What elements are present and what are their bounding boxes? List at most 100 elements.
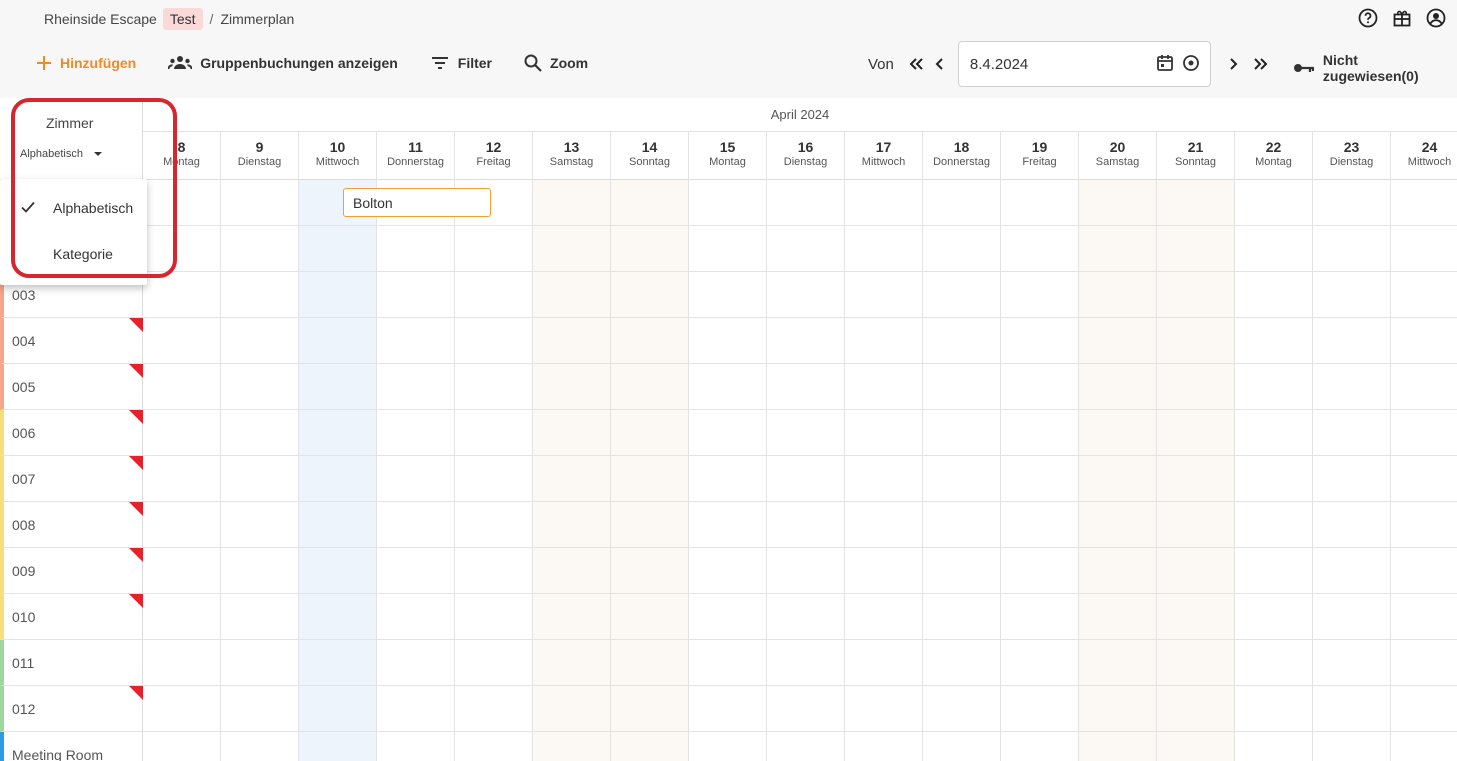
day-number: 9 <box>255 139 264 155</box>
day-number: 17 <box>875 139 892 155</box>
day-number: 10 <box>329 139 346 155</box>
room-row[interactable]: 004 <box>0 318 143 364</box>
group-bookings-button[interactable]: Gruppenbuchungen anzeigen <box>168 55 398 71</box>
room-flag-icon <box>129 456 143 470</box>
date-input[interactable]: 8.4.2024 <box>957 41 1211 87</box>
day-weekday: Montag <box>1255 156 1292 168</box>
room-label: 008 <box>12 516 36 533</box>
day-weekday: Donnerstag <box>933 156 990 168</box>
sort-select-value: Alphabetisch <box>20 148 83 160</box>
day-number: 24 <box>1421 139 1438 155</box>
day-weekday: Samstag <box>549 156 594 168</box>
day-header-cell: 19 Freitag <box>1001 132 1079 180</box>
room-row[interactable]: 008 <box>0 502 143 548</box>
day-header-cell: 9 Dienstag <box>221 132 299 180</box>
top-icons <box>1357 7 1447 29</box>
sort-option-alphabetical[interactable]: Alphabetisch <box>0 185 147 231</box>
grid-row <box>143 180 1457 226</box>
grid-row <box>143 640 1457 686</box>
unassigned-label: Nicht zugewiesen(0) <box>1322 52 1419 84</box>
chevron-right-icon[interactable] <box>1221 52 1245 76</box>
day-header-cell: 16 Dienstag <box>767 132 845 180</box>
day-weekday: Dienstag <box>1329 156 1374 168</box>
day-number: 21 <box>1187 139 1204 155</box>
room-flag-icon <box>129 410 143 424</box>
day-weekday: Montag <box>709 156 746 168</box>
day-header-cell: 22 Montag <box>1235 132 1313 180</box>
filter-button[interactable]: Filter <box>430 55 492 71</box>
date-navigation: Von 8.4.2024 <box>868 41 1273 87</box>
search-icon <box>524 54 542 72</box>
filter-icon <box>431 57 448 69</box>
unassigned-button[interactable]: Nicht zugewiesen(0) <box>1293 52 1457 84</box>
zoom-button[interactable]: Zoom <box>524 54 588 72</box>
gift-icon[interactable] <box>1391 7 1413 29</box>
double-chevron-left-icon[interactable] <box>904 52 928 76</box>
calendar-icon[interactable] <box>1156 54 1174 76</box>
double-chevron-right-icon[interactable] <box>1249 52 1273 76</box>
sort-select[interactable]: Alphabetisch <box>20 148 103 160</box>
account-icon[interactable] <box>1425 7 1447 29</box>
day-header-cell: 21 Sonntag <box>1157 132 1235 180</box>
day-header-cell: 24 Mittwoch <box>1391 132 1457 180</box>
group-bookings-label: Gruppenbuchungen anzeigen <box>200 55 398 71</box>
add-button[interactable]: Hinzufügen <box>36 55 136 71</box>
room-row[interactable]: 010 <box>0 594 143 640</box>
room-flag-icon <box>129 364 143 378</box>
grid-row <box>143 456 1457 502</box>
day-header-cell: 17 Mittwoch <box>845 132 923 180</box>
room-row[interactable]: 005 <box>0 364 143 410</box>
group-icon <box>168 56 193 70</box>
day-number: 16 <box>797 139 814 155</box>
date-input-value: 8.4.2024 <box>969 55 1029 73</box>
grid-row <box>143 548 1457 594</box>
day-number: 20 <box>1109 139 1126 155</box>
grid-row <box>143 364 1457 410</box>
day-number: 11 <box>408 139 423 155</box>
day-header-cell: 15 Montag <box>689 132 767 180</box>
zoom-label: Zoom <box>550 55 589 71</box>
room-label: 009 <box>12 562 36 579</box>
day-weekday: Mittwoch <box>1407 156 1452 168</box>
room-row[interactable]: 012 <box>0 686 143 732</box>
breadcrumb-badge[interactable]: Test <box>162 8 203 30</box>
grid-row <box>143 318 1457 364</box>
day-weekday: Montag <box>163 156 200 168</box>
timeline-grid: April 2024 8 Montag 9 Dienstag 10 Mittwoch 11 D… <box>143 98 1457 761</box>
room-label: 007 <box>12 470 36 487</box>
day-header-cell: 18 Donnerstag <box>923 132 1001 180</box>
booking-bar[interactable]: Bolton <box>343 188 491 217</box>
day-weekday: Mittwoch <box>861 156 906 168</box>
day-number: 22 <box>1265 139 1282 155</box>
day-header-cell: 11 Donnerstag <box>377 132 455 180</box>
day-number: 19 <box>1031 139 1048 155</box>
day-number: 23 <box>1343 139 1360 155</box>
top-bar: Rheinside Escape Test / Zimmerplan Hinzu… <box>0 0 1457 98</box>
room-row[interactable]: 011 <box>0 640 143 686</box>
grid-row <box>143 686 1457 732</box>
room-label: 005 <box>12 378 36 395</box>
breadcrumb-org[interactable]: Rheinside Escape <box>44 11 157 27</box>
day-header-cell: 10 Mittwoch <box>299 132 377 180</box>
caret-down-icon <box>94 152 102 156</box>
breadcrumb-separator: / <box>209 11 214 27</box>
day-header-cell: 8 Montag <box>143 132 221 180</box>
help-icon[interactable] <box>1357 7 1379 29</box>
room-row[interactable]: 006 <box>0 410 143 456</box>
grid-row <box>143 594 1457 640</box>
sort-option-label: Kategorie <box>53 246 113 262</box>
grid-row <box>143 272 1457 318</box>
day-number: 18 <box>953 139 970 155</box>
room-row[interactable]: 009 <box>0 548 143 594</box>
filter-label: Filter <box>457 55 493 71</box>
day-header-cell: 13 Samstag <box>533 132 611 180</box>
day-weekday: Freitag <box>476 156 511 168</box>
sort-option-category[interactable]: Kategorie <box>0 231 147 277</box>
day-number: 14 <box>641 139 658 155</box>
room-row[interactable]: Meeting Room <box>0 732 143 761</box>
room-row[interactable]: 007 <box>0 456 143 502</box>
day-weekday: Freitag <box>1022 156 1057 168</box>
today-target-icon[interactable] <box>1182 54 1200 76</box>
chevron-left-icon[interactable] <box>928 52 952 76</box>
room-label: 011 <box>12 654 35 671</box>
